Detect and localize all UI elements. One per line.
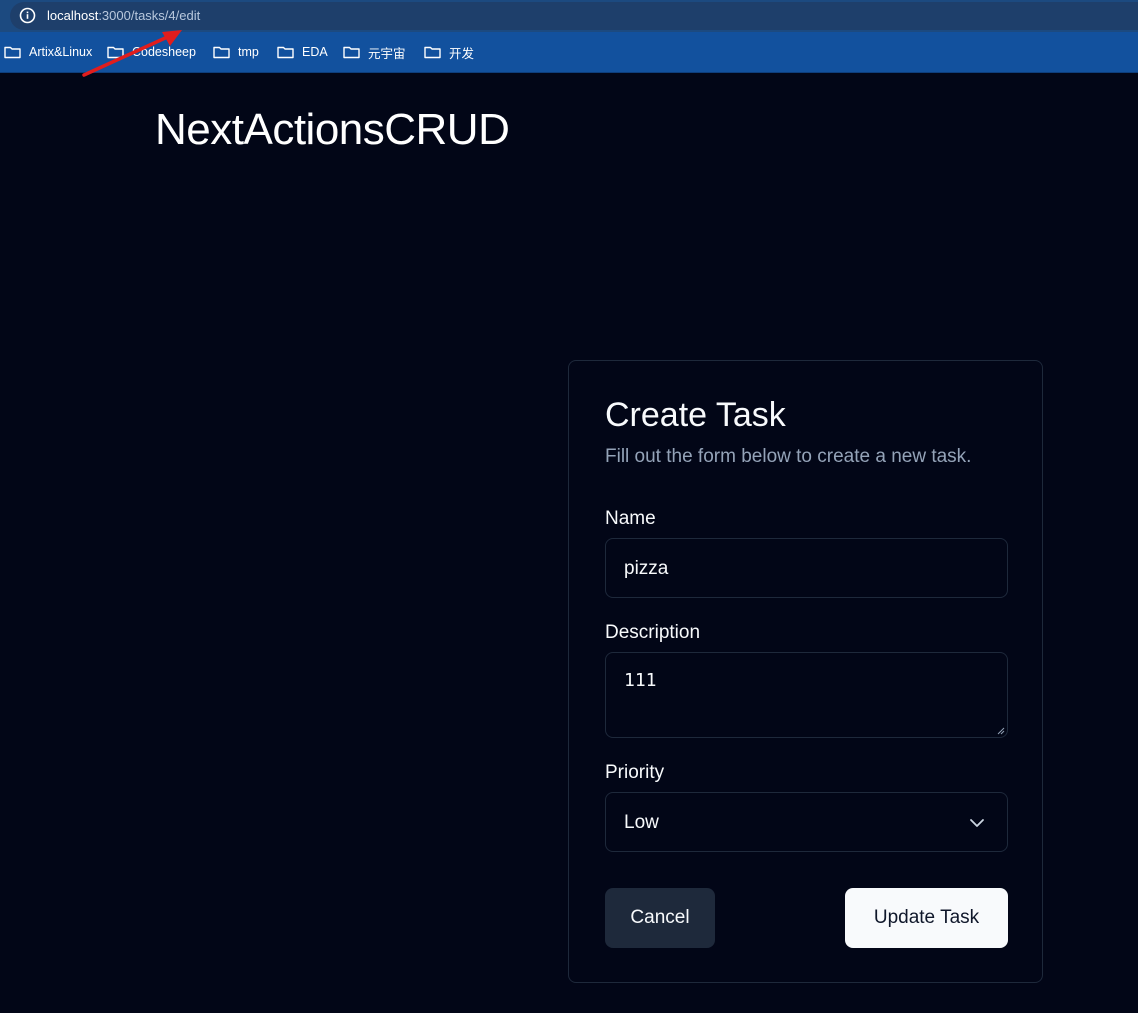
- bookmark-label: EDA: [302, 45, 328, 59]
- bookmark-dev[interactable]: 开发: [424, 43, 474, 61]
- form-title: Create Task: [605, 396, 786, 434]
- url-text[interactable]: localhost:3000/tasks/4/edit: [47, 8, 200, 24]
- form-description: Fill out the form below to create a new …: [605, 446, 972, 467]
- priority-select[interactable]: Low: [605, 792, 1008, 852]
- folder-icon: [424, 46, 441, 59]
- bookmark-tmp[interactable]: tmp: [213, 43, 259, 61]
- folder-icon: [107, 46, 124, 59]
- bookmark-eda[interactable]: EDA: [277, 43, 328, 61]
- resize-handle-icon[interactable]: [997, 727, 1005, 735]
- bookmark-codesheep[interactable]: Codesheep: [107, 43, 196, 61]
- priority-select-value: Low: [624, 812, 659, 833]
- description-textarea-value: 111: [624, 670, 657, 691]
- update-task-button[interactable]: Update Task: [845, 888, 1008, 948]
- bookmarks-bar: Artix&Linux Codesheep tmp EDA 元宇宙 开发: [0, 32, 1138, 73]
- name-label: Name: [605, 508, 656, 529]
- folder-icon: [277, 46, 294, 59]
- bookmark-label: 元宇宙: [368, 46, 406, 61]
- bookmark-artix-linux[interactable]: Artix&Linux: [4, 43, 92, 61]
- browser-chrome: localhost:3000/tasks/4/edit Artix&Linux …: [0, 0, 1138, 73]
- description-textarea[interactable]: 111: [605, 652, 1008, 738]
- app-title: NextActionsCRUD: [155, 105, 510, 154]
- name-input[interactable]: pizza: [605, 538, 1008, 598]
- bookmark-metaverse[interactable]: 元宇宙: [343, 43, 406, 61]
- folder-icon: [343, 46, 360, 59]
- bookmark-label: Artix&Linux: [29, 45, 93, 59]
- task-form-card: Create Task Fill out the form below to c…: [568, 360, 1043, 983]
- info-icon[interactable]: [19, 7, 36, 24]
- folder-icon: [4, 46, 21, 59]
- url-path: :3000/tasks/4/edit: [98, 8, 201, 23]
- priority-label: Priority: [605, 762, 665, 783]
- name-input-value: pizza: [624, 558, 669, 579]
- bookmark-label: Codesheep: [132, 45, 196, 59]
- url-host: localhost: [47, 8, 99, 23]
- address-bar[interactable]: localhost:3000/tasks/4/edit: [0, 0, 1138, 32]
- bookmark-label: tmp: [238, 45, 259, 59]
- chevron-down-icon: [970, 819, 984, 827]
- cancel-button[interactable]: Cancel: [605, 888, 715, 948]
- bookmark-label: 开发: [449, 46, 475, 61]
- folder-icon: [213, 46, 230, 59]
- description-label: Description: [605, 622, 701, 643]
